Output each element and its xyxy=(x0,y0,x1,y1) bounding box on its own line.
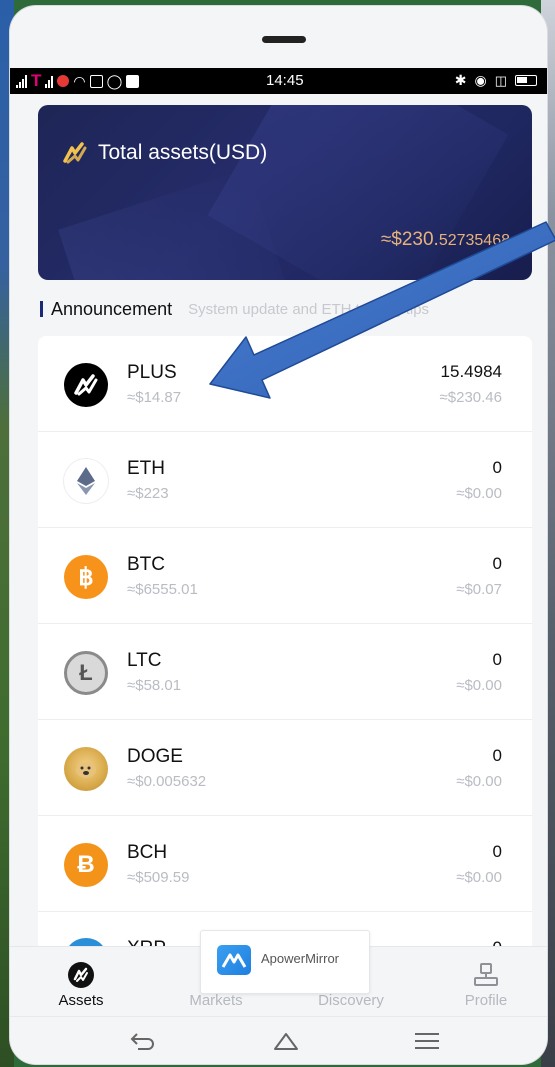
tab-assets-label: Assets xyxy=(58,992,104,1009)
coin-list: PLUS ≈$14.87 15.4984 ≈$230.46 ETH ≈$223 … xyxy=(38,336,532,956)
status-left-icons: T ◠ ◯ xyxy=(16,71,140,91)
whatsapp-icon: ◯ xyxy=(106,72,123,89)
back-arrow-icon[interactable] xyxy=(128,1029,158,1053)
coin-symbol: LTC xyxy=(127,650,162,671)
assets-value-decimal: 52735468 xyxy=(438,232,510,249)
coin-price: ≈$6555.01 xyxy=(127,581,198,598)
eye-comfort-icon: ◉ xyxy=(474,72,487,88)
tab-assets[interactable]: Assets xyxy=(26,947,136,1017)
coin-symbol: DOGE xyxy=(127,746,183,767)
apowermirror-overlay[interactable]: ApowerMirror xyxy=(200,930,370,994)
coin-symbol: ETH xyxy=(127,458,165,479)
coin-price: ≈$58.01 xyxy=(127,677,182,694)
coin-row-bch[interactable]: Ƀ BCH ≈$509.59 0 ≈$0.00 xyxy=(38,816,532,912)
coin-usd-value: ≈$0.00 xyxy=(456,869,502,886)
announcement-message: System update and ETH trading tips xyxy=(188,300,430,318)
carrier-logo-icon: T xyxy=(31,71,42,90)
assets-tab-icon xyxy=(68,962,94,988)
status-bar: T ◠ ◯ 14:45 ✱ ◉ ◫ xyxy=(10,68,547,94)
tab-markets-label: Markets xyxy=(189,992,243,1009)
coin-price: ≈$0.005632 xyxy=(127,773,207,790)
announcement-marker xyxy=(40,301,43,317)
eth-coin-icon xyxy=(64,459,108,503)
status-right-icons: ✱ ◉ ◫ xyxy=(455,72,537,89)
bluetooth-icon: ✱ xyxy=(454,72,467,88)
home-icon[interactable] xyxy=(272,1029,300,1053)
notification-app-icon xyxy=(57,75,70,87)
coin-usd-value: ≈$0.07 xyxy=(456,581,502,598)
facebook-icon xyxy=(126,74,140,88)
signal-icon xyxy=(16,74,27,88)
btc-coin-icon: ฿ xyxy=(64,555,108,599)
bch-coin-icon: Ƀ xyxy=(64,843,108,887)
coin-row-eth[interactable]: ETH ≈$223 0 ≈$0.00 xyxy=(38,432,532,528)
gallery-icon xyxy=(89,74,103,88)
total-assets-value: ≈$230.52735468 xyxy=(381,229,510,251)
wifi-icon: ◠ xyxy=(73,72,86,89)
coin-amount: 0 xyxy=(492,650,502,669)
coin-usd-value: ≈$0.00 xyxy=(456,677,502,694)
coin-amount: 15.4984 xyxy=(440,362,502,381)
profile-tab-icon xyxy=(474,963,498,986)
coin-usd-value: ≈$0.00 xyxy=(456,485,502,502)
coin-symbol: PLUS xyxy=(127,362,177,383)
tab-discovery-label: Discovery xyxy=(318,992,384,1009)
coin-amount: 0 xyxy=(492,458,502,477)
coin-amount: 0 xyxy=(492,842,502,861)
coin-price: ≈$223 xyxy=(127,485,169,502)
announcement-label: Announcement xyxy=(51,298,173,319)
doge-coin-icon xyxy=(64,747,108,791)
phone-frame: T ◠ ◯ 14:45 ✱ ◉ ◫ Total assets(USD) ≈$23… xyxy=(10,6,547,1064)
apowermirror-label: ApowerMirror xyxy=(261,951,340,966)
cast-icon: ◫ xyxy=(494,72,507,88)
coin-usd-value: ≈$230.46 xyxy=(439,389,502,406)
coin-amount: 0 xyxy=(492,554,502,573)
coin-row-btc[interactable]: ฿ BTC ≈$6555.01 0 ≈$0.07 xyxy=(38,528,532,624)
coin-price: ≈$509.59 xyxy=(127,869,190,886)
battery-icon xyxy=(515,75,537,86)
coin-symbol: BCH xyxy=(127,842,168,863)
coin-row-ltc[interactable]: Ł LTC ≈$58.01 0 ≈$0.00 xyxy=(38,624,532,720)
system-nav-bar xyxy=(10,1016,547,1064)
earpiece-speaker xyxy=(262,36,306,43)
plus-logo-icon xyxy=(63,142,87,164)
coin-amount: 0 xyxy=(492,746,502,765)
announcement-bar[interactable]: Announcement System update and ETH tradi… xyxy=(40,298,520,320)
assets-title: Total assets(USD) xyxy=(62,141,267,165)
menu-icon[interactable] xyxy=(413,1031,441,1051)
signal-icon-2 xyxy=(45,74,54,88)
coin-symbol: BTC xyxy=(127,554,165,575)
coin-price: ≈$14.87 xyxy=(127,389,182,406)
total-assets-card[interactable]: Total assets(USD) ≈$230.52735468 xyxy=(38,105,532,280)
tab-profile[interactable]: Profile xyxy=(431,947,541,1017)
status-time: 14:45 xyxy=(266,72,304,89)
assets-title-text: Total assets(USD) xyxy=(98,141,268,164)
tab-profile-label: Profile xyxy=(464,992,508,1009)
plus-coin-icon xyxy=(64,363,108,407)
coin-row-plus[interactable]: PLUS ≈$14.87 15.4984 ≈$230.46 xyxy=(38,336,532,432)
coin-usd-value: ≈$0.00 xyxy=(456,773,502,790)
apowermirror-logo-icon xyxy=(217,945,251,975)
coin-row-doge[interactable]: DOGE ≈$0.005632 0 ≈$0.00 xyxy=(38,720,532,816)
ltc-coin-icon: Ł xyxy=(64,651,108,695)
assets-value-main: ≈$230. xyxy=(380,229,439,250)
